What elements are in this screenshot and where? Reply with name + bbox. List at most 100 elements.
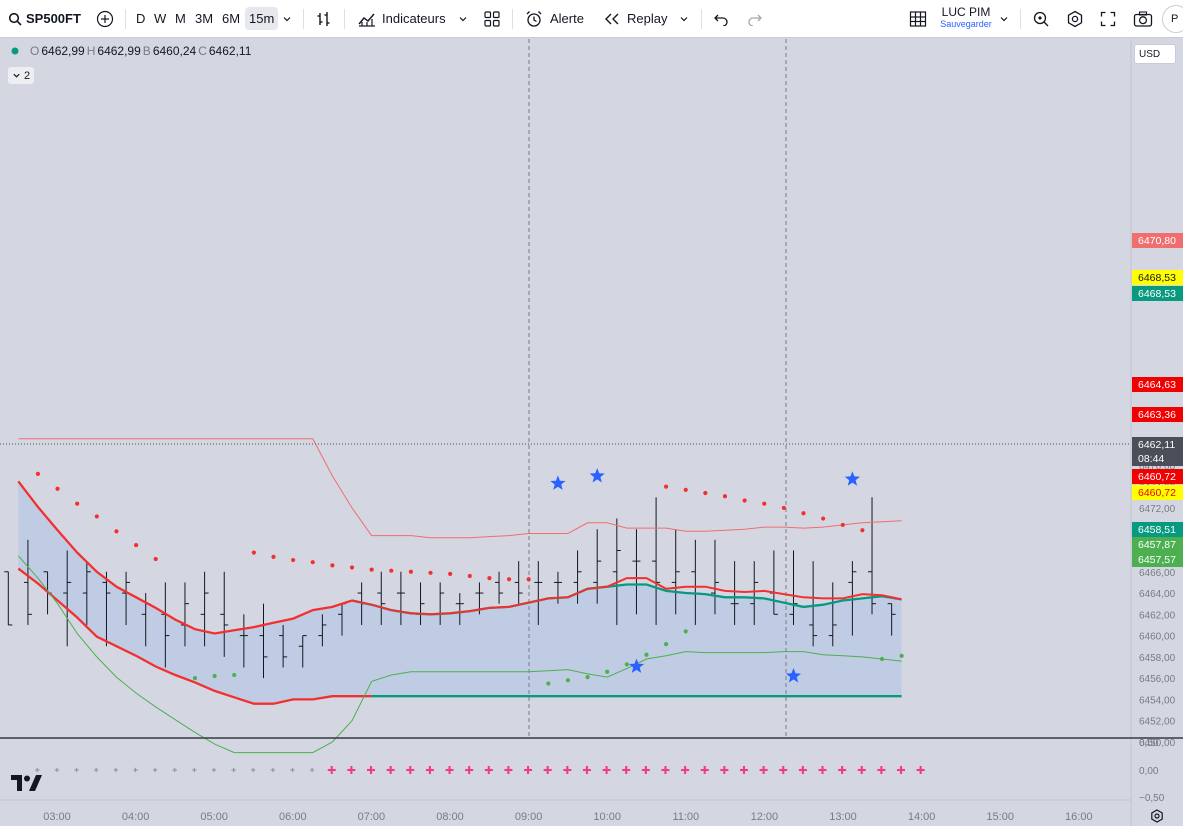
high-value: 6462,99	[97, 44, 141, 58]
sar-dot	[526, 577, 531, 582]
price-tag: 6468,53	[1132, 286, 1183, 301]
price-axis-tick: 6462,00	[1139, 610, 1176, 621]
sar-dot	[467, 573, 472, 579]
time-axis-tick: 07:00	[358, 811, 386, 823]
sar-dot	[153, 556, 158, 562]
sar-dot	[663, 484, 669, 489]
price-tag: 6457,57	[1132, 552, 1183, 567]
price-tag: 6457,87	[1132, 537, 1183, 552]
price-chart[interactable]: 6478,006476,006474,006472,006470,006468,…	[0, 0, 1183, 826]
sar-dot	[683, 487, 688, 492]
sar-dot	[133, 543, 139, 548]
sar-dot	[192, 676, 198, 681]
sar-dot	[663, 642, 669, 647]
sar-dot	[546, 681, 551, 686]
sar-dot	[349, 565, 355, 570]
price-axis-tick: 6452,00	[1139, 717, 1176, 728]
chevron-down-icon	[13, 73, 20, 78]
price-tag: 6462,11	[1132, 437, 1183, 452]
lower-axis-tick: −0,50	[1139, 793, 1165, 804]
sar-dot	[860, 528, 865, 533]
sar-dot	[506, 577, 512, 582]
price-tag: 6460,72	[1132, 485, 1183, 500]
sar-dot	[821, 516, 826, 521]
price-axis-tick: 6466,00	[1139, 568, 1176, 579]
time-axis-tick: 11:00	[672, 811, 699, 823]
price-tag: 6460,72	[1132, 469, 1183, 484]
sar-dot	[624, 662, 629, 667]
sar-dot	[899, 653, 904, 658]
sar-dot	[310, 560, 315, 565]
sar-dot	[251, 550, 256, 555]
sar-dot	[762, 501, 767, 506]
time-axis-tick: 16:00	[1065, 811, 1093, 823]
price-axis-tick: 6458,00	[1139, 653, 1176, 664]
sar-dot	[408, 569, 413, 574]
sar-dot	[55, 486, 60, 491]
time-axis-tick: 05:00	[200, 811, 228, 823]
price-axis-tick: 6464,00	[1139, 589, 1176, 600]
time-axis-tick: 06:00	[279, 811, 307, 823]
price-axis-bg	[1131, 39, 1183, 826]
sar-dot	[703, 490, 708, 496]
axis-settings-icon[interactable]	[1150, 809, 1164, 823]
time-axis-tick: 08:00	[436, 811, 464, 823]
sar-dot	[781, 505, 786, 511]
sar-dot	[487, 576, 492, 581]
sar-dot	[369, 567, 374, 572]
sar-dot	[330, 563, 335, 568]
sar-dot	[448, 571, 453, 576]
sar-dot	[801, 511, 806, 516]
time-axis-tick: 15:00	[986, 811, 1014, 823]
sar-dot	[232, 672, 237, 678]
price-axis-tick: 6472,00	[1139, 504, 1176, 515]
time-axis-tick: 04:00	[122, 811, 150, 823]
sar-dot	[585, 674, 590, 680]
price-tag: 6463,36	[1132, 407, 1183, 422]
lower-axis-tick: 0,00	[1139, 766, 1159, 777]
low-value: 6460,24	[152, 44, 197, 58]
sar-dot	[114, 529, 119, 534]
price-tag: 08:44	[1132, 451, 1183, 466]
currency-label: USD	[1139, 48, 1161, 60]
sar-dot	[565, 678, 571, 683]
high-label: H	[86, 44, 96, 58]
price-axis-tick: 6460,00	[1139, 632, 1176, 643]
low-label: B	[142, 44, 151, 58]
sar-dot	[291, 557, 296, 563]
sar-dot	[879, 656, 885, 662]
price-tag: 6464,63	[1132, 377, 1183, 392]
open-value: 6462,99	[41, 44, 85, 58]
sar-dot	[271, 554, 276, 559]
price-tag: 6458,51	[1132, 522, 1183, 537]
legend-collapse-button[interactable]: 2	[8, 67, 34, 84]
ohlc-legend: O 6462,99 H 6462,99 B 6460,24 C 6462,11	[10, 44, 251, 58]
close-label: C	[198, 44, 207, 58]
price-tag: 6468,53	[1132, 270, 1183, 285]
currency-selector[interactable]: USD	[1134, 44, 1176, 64]
indicator-count: 2	[23, 69, 31, 82]
time-axis-tick: 03:00	[43, 811, 71, 823]
time-axis-tick: 09:00	[515, 811, 543, 823]
time-axis-tick: 14:00	[908, 811, 936, 823]
price-tag: 6470,80	[1132, 233, 1183, 248]
tradingview-logo-icon	[11, 775, 42, 791]
time-axis-tick: 12:00	[751, 811, 779, 823]
price-axis-tick: 6456,00	[1139, 674, 1176, 685]
lower-axis-tick: 0,50	[1139, 738, 1159, 749]
time-axis-tick: 13:00	[829, 811, 857, 823]
sar-dot	[94, 514, 99, 519]
sar-dot	[212, 673, 217, 679]
sar-dot	[722, 494, 728, 499]
sar-dot	[840, 522, 845, 528]
sar-dot	[35, 471, 41, 476]
status-dot-icon	[11, 47, 19, 55]
time-axis-tick: 10:00	[593, 811, 621, 823]
sar-dot	[75, 501, 80, 506]
sar-dot	[683, 629, 688, 634]
close-value: 6462,11	[208, 44, 252, 58]
sar-dot	[428, 570, 433, 575]
sar-dot	[644, 652, 649, 657]
sar-dot	[389, 568, 394, 573]
sar-dot	[605, 669, 610, 674]
